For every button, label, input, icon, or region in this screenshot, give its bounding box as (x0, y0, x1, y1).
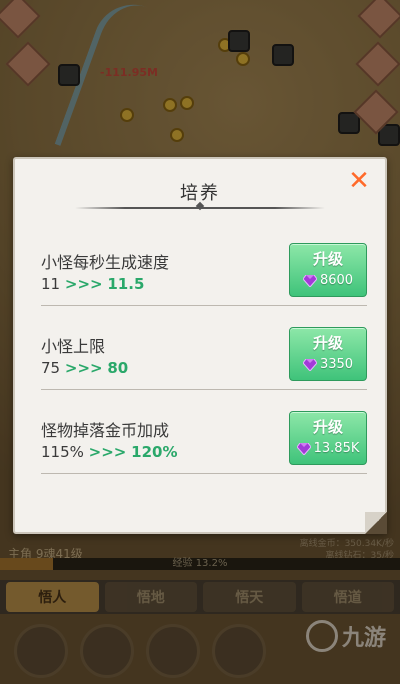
cost-value: 3350 (319, 357, 354, 372)
upgrade-button[interactable]: 升级 13.85K (289, 411, 367, 465)
arrow-indicator: >>> (88, 443, 127, 461)
gem-icon (302, 358, 317, 371)
upgrade-value: 115% >>> 120% (41, 443, 178, 461)
upgrade-cost: 13.85K (290, 441, 366, 456)
cost-value: 8600 (319, 273, 354, 288)
upgrade-button[interactable]: 升级 8600 (289, 243, 367, 297)
cultivate-dialog: 培养 ✕ 小怪每秒生成速度 11 >>> 11.5 升级 8600 小怪上限 7… (13, 157, 387, 534)
close-icon: ✕ (348, 166, 370, 196)
next-value: 120% (131, 443, 178, 461)
upgrade-cost: 3350 (290, 357, 366, 372)
row-divider (41, 305, 367, 306)
upgrade-cost: 8600 (290, 273, 366, 288)
cost-value: 13.85K (313, 441, 360, 456)
gem-icon (296, 442, 311, 455)
upgrade-row-spawn-speed: 小怪每秒生成速度 11 >>> 11.5 升级 8600 (41, 243, 367, 307)
current-value: 11 (41, 275, 61, 293)
upgrade-button-label: 升级 (312, 334, 343, 352)
close-button[interactable]: ✕ (347, 166, 371, 196)
upgrade-button[interactable]: 升级 3350 (289, 327, 367, 381)
upgrade-button-label: 升级 (312, 418, 343, 436)
arrow-indicator: >>> (64, 359, 103, 377)
next-value: 80 (107, 359, 129, 377)
upgrade-name: 小怪上限 (41, 337, 106, 356)
upgrade-row-gold-bonus: 怪物掉落金币加成 115% >>> 120% 升级 13.85K (41, 411, 367, 475)
upgrade-row-monster-limit: 小怪上限 75 >>> 80 升级 3350 (41, 327, 367, 391)
row-divider (41, 389, 367, 390)
row-divider (41, 473, 367, 474)
upgrade-value: 11 >>> 11.5 (41, 275, 144, 293)
upgrade-value: 75 >>> 80 (41, 359, 128, 377)
gem-icon (302, 274, 317, 287)
next-value: 11.5 (107, 275, 145, 293)
current-value: 75 (41, 359, 61, 377)
arrow-indicator: >>> (64, 275, 103, 293)
paper-fold-corner (365, 512, 387, 534)
upgrade-name: 怪物掉落金币加成 (41, 421, 170, 440)
upgrade-button-label: 升级 (312, 250, 343, 268)
upgrade-name: 小怪每秒生成速度 (41, 253, 170, 272)
current-value: 115% (41, 443, 84, 461)
